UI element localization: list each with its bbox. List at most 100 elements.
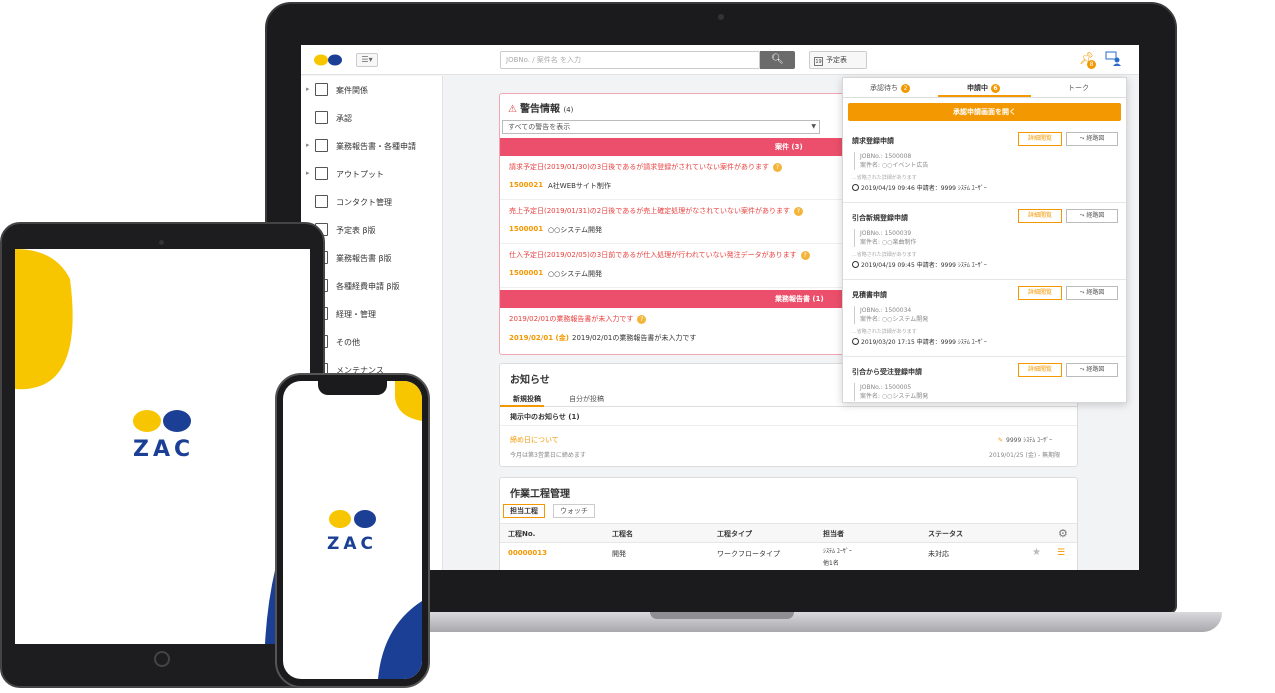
laptop-notch (650, 612, 794, 619)
checkbox-icon (315, 111, 328, 124)
tablet-home-button[interactable] (154, 651, 170, 667)
help-icon[interactable]: ? (793, 207, 803, 216)
process-no[interactable]: 00000013 (508, 549, 547, 557)
column-header[interactable]: 工程No. (508, 529, 535, 539)
column-header[interactable]: ステータス (928, 529, 963, 539)
help-icon[interactable]: ? (800, 251, 810, 260)
author-name: 9999 ｼｽﾃﾑ ﾕｰｻﾞｰ (1006, 437, 1053, 444)
warnings-filter-select[interactable]: すべての警告を表示 ▼ (502, 120, 820, 134)
route-label: 経路図 (1086, 289, 1105, 296)
sidebar-item-contacts[interactable]: コンタクト管理 (301, 188, 443, 216)
tab-label: 申請中 (967, 84, 988, 92)
contact-card-icon (315, 195, 328, 208)
column-header[interactable]: 工程名 (612, 529, 633, 539)
news-title: お知らせ (510, 375, 550, 386)
warning-item[interactable]: 請求予定日(2019/01/30)の3日後であるが請求登録がされていない案件があ… (500, 156, 844, 200)
column-header[interactable]: 担当者 (823, 529, 844, 539)
tab-watch[interactable]: ウォッチ (553, 504, 595, 518)
sidebar-item-output[interactable]: ▸ アウトプット (301, 160, 443, 188)
chevron-right-icon: ▸ (306, 141, 310, 149)
count-badge: 6 (991, 84, 1000, 93)
warning-item[interactable]: 2019/02/01の業務報告書が未入力です? 2019/02/01 (金) 2… (500, 308, 844, 352)
warning-message[interactable]: 売上予定日(2019/01/31)の2日後であるが売上確定処理がなされていない案… (509, 207, 790, 215)
laptop-camera (718, 14, 724, 20)
detail-view-button[interactable]: 詳細閲覧 (1018, 363, 1062, 377)
workflow-icon[interactable]: ☰ (1057, 548, 1065, 558)
tab-new-posts[interactable]: 新規投稿 (513, 394, 541, 404)
column-header[interactable]: 工程タイプ (717, 529, 752, 539)
request-item[interactable]: 引合新規登録申請 詳細閲覧 ⤳ 経路図 JOBNo.: 1500039 案件名: … (843, 203, 1126, 280)
warning-name: ○○システム開発 (548, 270, 603, 278)
search-button[interactable]: 🔍︎ (760, 51, 795, 69)
phone-notch (318, 381, 387, 395)
warning-code[interactable]: 2019/02/01 (金) (509, 333, 569, 343)
search-input[interactable]: JOBNo. / 案件名 を入力 (500, 51, 760, 69)
tab-applying[interactable]: 申請中 6 (967, 83, 1000, 93)
open-approval-screen-button[interactable]: 承認申請画面を開く (848, 103, 1121, 121)
more-details-note: ...省略された詳細があります (852, 252, 917, 258)
warnings-section-reports[interactable]: 業務報告書 (1) (500, 290, 844, 308)
route-map-button[interactable]: ⤳ 経路図 (1066, 363, 1118, 377)
request-item[interactable]: 請求登録申請 詳細閲覧 ⤳ 経路図 JOBNo.: 1500008 案件名: ○○… (843, 126, 1126, 203)
detail-view-button[interactable]: 詳細閲覧 (1018, 286, 1062, 300)
sidebar-item-label: その他 (336, 338, 360, 347)
warnings-panel: ⚠ 警告情報 (4) すべての警告を表示 ▼ 案件 (3) 請求予定日(2019/0… (499, 93, 845, 355)
route-map-button[interactable]: ⤳ 経路図 (1066, 132, 1118, 146)
warning-message[interactable]: 2019/02/01の業務報告書が未入力です (509, 315, 633, 323)
detail-view-button[interactable]: 詳細閲覧 (1018, 132, 1062, 146)
request-job: JOBNo.: 1500005 (860, 384, 912, 391)
process-assignee: ｼｽﾃﾑ ﾕｰｻﾞｰ (823, 548, 852, 555)
request-info: JOBNo.: 1500008 案件名: ○○イベント広告 (854, 152, 928, 170)
sidebar-item-label: アウトプット (336, 170, 384, 179)
schedule-label: 予定表 (826, 56, 847, 64)
request-item[interactable]: 見積書申請 詳細閲覧 ⤳ 経路図 JOBNo.: 1500034 案件名: ○○シ… (843, 280, 1126, 357)
warning-message[interactable]: 仕入予定日(2019/02/05)の3日前であるが仕入処理が行われていない発注デ… (509, 251, 797, 259)
warning-message[interactable]: 請求予定日(2019/01/30)の3日後であるが請求登録がされていない案件があ… (509, 163, 769, 171)
tab-waiting-approval[interactable]: 承認待ち 2 (870, 83, 910, 93)
schedule-button[interactable]: 19 予定表 (809, 51, 867, 69)
help-icon[interactable]: ? (772, 163, 782, 172)
star-icon[interactable]: ★ (1032, 547, 1041, 558)
warning-name: ○○システム開発 (548, 226, 603, 234)
sidebar-item-label: 案件関係 (336, 86, 368, 95)
detail-view-button[interactable]: 詳細閲覧 (1018, 209, 1062, 223)
chevron-right-icon: ▸ (306, 169, 310, 177)
sidebar-item-reports[interactable]: ▸ 業務報告書・各種申請 (301, 132, 443, 160)
request-title: 引合から受注登録申請 (852, 368, 922, 376)
tab-my-posts[interactable]: 自分が投稿 (569, 394, 604, 404)
route-map-button[interactable]: ⤳ 経路図 (1066, 209, 1118, 223)
warning-item[interactable]: 仕入予定日(2019/02/05)の3日前であるが仕入処理が行われていない発注デ… (500, 244, 844, 288)
zac-logo-icon[interactable] (313, 54, 343, 66)
more-details-note: ...省略された詳細があります (852, 175, 917, 181)
sidebar-item-projects[interactable]: ▸ 案件関係 (301, 76, 443, 104)
warning-item[interactable]: 売上予定日(2019/01/31)の2日後であるが売上確定処理がなされていない案… (500, 200, 844, 244)
pencil-icon: ✎ (998, 437, 1004, 444)
route-map-button[interactable]: ⤳ 経路図 (1066, 286, 1118, 300)
request-item[interactable]: 引合から受注登録申請 詳細閲覧 ⤳ 経路図 JOBNo.: 1500005 案件名… (843, 357, 1126, 402)
tab-talk[interactable]: トーク (1068, 83, 1089, 93)
request-job: JOBNo.: 1500034 (860, 307, 912, 314)
active-tab-indicator (500, 405, 544, 407)
tab-assigned[interactable]: 担当工程 (503, 504, 545, 518)
clock-icon (852, 338, 859, 345)
request-job: JOBNo.: 1500039 (860, 230, 912, 237)
news-item-body: 今月は第3営業日に締めます (510, 452, 586, 459)
help-icon[interactable]: ? (637, 315, 647, 324)
menu-toggle-button[interactable]: ☰▾ (356, 53, 378, 67)
approval-popup: 承認待ち 2 申請中 6 トーク 承認申請画面を開く 請求登録申請 詳細閲覧 ⤳ 経… (842, 77, 1127, 403)
process-name: 開発 (612, 550, 626, 558)
news-date: 2019/01/25 (金) - 無期限 (989, 452, 1061, 459)
section-label: 業務報告書 (1) (775, 295, 824, 303)
warning-code[interactable]: 1500001 (509, 225, 543, 233)
sidebar-item-approval[interactable]: 承認 (301, 104, 443, 132)
news-item-title[interactable]: 締め日について (510, 435, 559, 445)
request-info: JOBNo.: 1500005 案件名: ○○システム開発 (854, 383, 928, 401)
warning-code[interactable]: 1500021 (509, 181, 543, 189)
user-switch-icon[interactable] (1105, 51, 1123, 67)
gear-icon[interactable]: ⚙ (1058, 527, 1068, 540)
warnings-title: ⚠ 警告情報 (4) (508, 100, 573, 115)
process-status: 未対応 (928, 550, 949, 558)
sidebar-item-label: 経理・管理 (336, 310, 376, 319)
warning-code[interactable]: 1500001 (509, 269, 543, 277)
warnings-section-projects[interactable]: 案件 (3) (500, 138, 844, 156)
